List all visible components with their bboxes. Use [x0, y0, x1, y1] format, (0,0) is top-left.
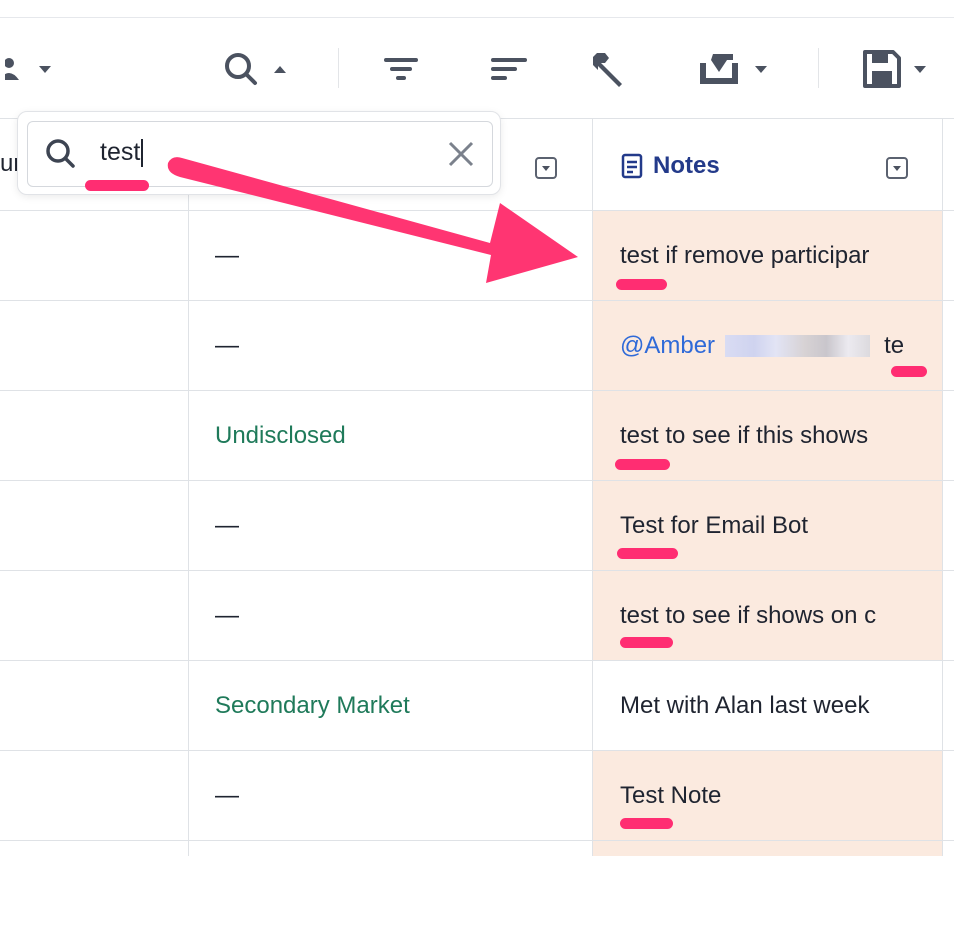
annotation-arrow — [167, 157, 578, 283]
